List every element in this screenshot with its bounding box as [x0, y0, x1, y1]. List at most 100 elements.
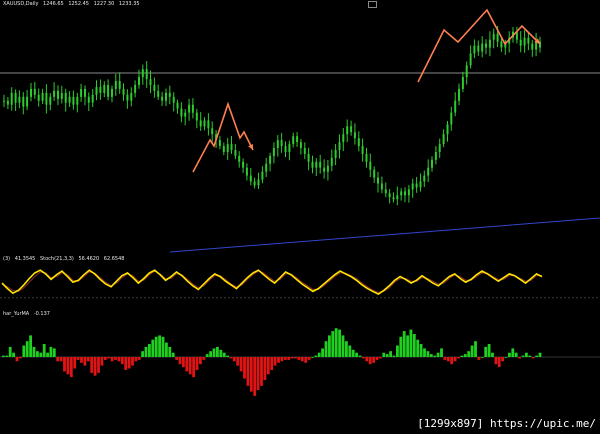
- histogram-bar: [338, 329, 341, 357]
- price-chart-pane[interactable]: XAUUSD,Daily 1246.65 1252.45 1227.30 123…: [0, 0, 600, 255]
- price-candle-body: [384, 189, 387, 194]
- histogram-bar: [426, 351, 430, 357]
- stochastic-header: (3) 41.3545 Stoch(21,3,3) 56.4620 62.654…: [3, 256, 127, 262]
- histogram-bar: [372, 357, 375, 363]
- histogram-bar: [219, 349, 223, 357]
- histogram-bar: [229, 357, 233, 359]
- histogram-bar: [474, 341, 477, 357]
- histogram-bar: [25, 341, 29, 357]
- histogram-bar: [463, 354, 467, 357]
- histogram-bar: [307, 357, 311, 360]
- histogram-bar: [66, 357, 70, 375]
- price-candle-body: [315, 161, 318, 168]
- price-candle-body: [326, 165, 329, 172]
- price-candle-body: [407, 189, 410, 196]
- histogram-bar: [294, 357, 297, 359]
- histogram-bar: [216, 346, 219, 357]
- high-value: 1252.45: [68, 1, 89, 7]
- price-candle-body: [477, 45, 480, 52]
- symbol-label: XAUUSD,Daily: [3, 1, 39, 7]
- price-candle-body: [60, 92, 63, 99]
- price-candle-body: [380, 183, 383, 190]
- histogram-bar: [511, 348, 515, 357]
- histogram-bar: [375, 357, 379, 360]
- histogram-bar: [253, 357, 257, 396]
- price-candle-body: [91, 94, 94, 103]
- histogram-bar: [209, 351, 212, 357]
- histogram-bar: [521, 355, 525, 357]
- histogram-bar: [22, 345, 26, 357]
- histogram-bar: [46, 352, 49, 357]
- price-candle-body: [37, 94, 40, 101]
- price-candle-body: [41, 92, 44, 101]
- histogram-bar: [151, 339, 155, 357]
- histogram-bar: [165, 342, 168, 357]
- price-candle-body: [527, 37, 530, 44]
- histogram-bar: [270, 357, 274, 370]
- histogram-bar: [446, 357, 450, 362]
- price-chart[interactable]: [0, 0, 600, 255]
- low-value: 1227.30: [93, 1, 115, 7]
- histogram-bar: [8, 346, 12, 357]
- price-candle-body: [18, 96, 21, 103]
- histogram-bar: [457, 357, 460, 359]
- histogram-bar: [317, 352, 321, 357]
- price-candle-body: [411, 183, 414, 190]
- histogram-bar: [362, 357, 365, 359]
- price-candle-body: [350, 126, 353, 133]
- histogram-bar: [236, 357, 240, 366]
- price-candle-body: [6, 100, 9, 105]
- stochastic-chart[interactable]: [0, 255, 600, 310]
- price-candle-body: [454, 100, 457, 113]
- histogram-bar: [195, 357, 199, 370]
- price-candle-body: [342, 134, 345, 143]
- histogram-bar: [260, 357, 263, 386]
- histogram-bar: [477, 357, 481, 360]
- window-mode-icon[interactable]: [368, 1, 377, 8]
- price-candle-body: [496, 33, 499, 42]
- price-candle-body: [49, 96, 52, 105]
- price-candle-body: [423, 175, 426, 182]
- histogram-bar: [148, 344, 151, 357]
- histogram-bar: [379, 357, 382, 359]
- histogram-bar: [131, 357, 134, 366]
- price-candle-body: [492, 33, 495, 40]
- histogram-bar: [334, 328, 338, 357]
- histogram-bar: [314, 355, 318, 357]
- histogram-bar: [90, 357, 94, 373]
- stoch-value-3: 62.6548: [103, 256, 125, 262]
- price-candle-body: [377, 177, 379, 184]
- histogram-bar: [222, 352, 226, 357]
- price-candle-body: [26, 96, 29, 107]
- histogram-chart[interactable]: [0, 310, 600, 434]
- price-candle-body: [45, 92, 48, 105]
- stochastic-pane[interactable]: (3) 41.3545 Stoch(21,3,3) 56.4620 62.654…: [0, 255, 600, 310]
- price-candle-body: [488, 39, 491, 48]
- price-candle-body: [195, 112, 198, 121]
- histogram-bar: [199, 357, 202, 365]
- histogram-pane[interactable]: har_YurMA -0.137: [0, 310, 600, 434]
- price-candle-body: [126, 94, 129, 101]
- histogram-bar: [124, 357, 128, 370]
- price-candle-body: [500, 41, 503, 48]
- price-candle-body: [338, 142, 341, 150]
- histogram-bar: [232, 357, 236, 362]
- histogram-bar: [514, 352, 518, 357]
- histogram-bar: [107, 357, 111, 359]
- histogram-bar: [501, 357, 504, 362]
- price-candle-body: [165, 92, 167, 101]
- price-candle-body: [249, 175, 252, 182]
- histogram-bar: [188, 357, 192, 375]
- price-candle-body: [99, 86, 102, 93]
- histogram-bar: [311, 357, 314, 358]
- histogram-bar: [212, 348, 216, 357]
- histogram-bar: [19, 357, 22, 359]
- watermark-text: [1299x897] https://upic.me/: [417, 417, 596, 430]
- price-candle-body: [369, 161, 372, 170]
- price-candle-body: [203, 120, 206, 127]
- histogram-bar: [205, 354, 209, 357]
- histogram-bar: [389, 351, 392, 357]
- price-candle-body: [134, 85, 137, 93]
- histogram-bar: [171, 352, 175, 357]
- price-candle-body: [330, 157, 333, 166]
